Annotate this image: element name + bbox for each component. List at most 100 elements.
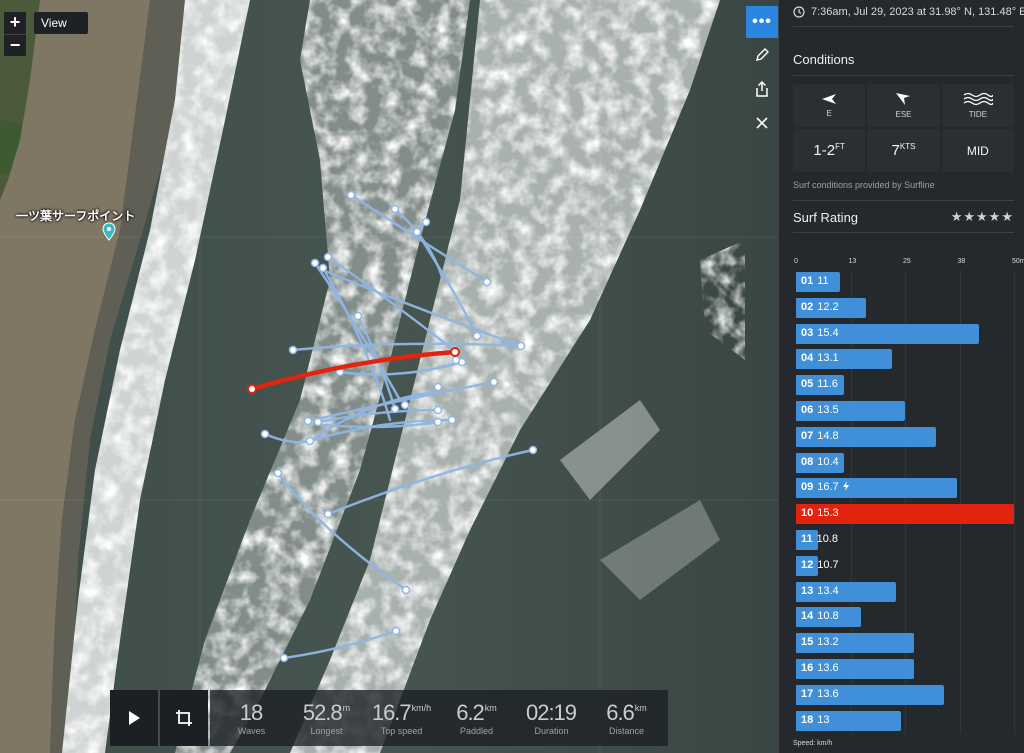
share-icon[interactable] bbox=[746, 72, 778, 106]
map-toolbar: ••• bbox=[746, 6, 778, 140]
wave-bar-label: 08 10.4 bbox=[801, 456, 839, 468]
track-point bbox=[433, 405, 443, 415]
wave-number: 14 bbox=[801, 610, 814, 623]
stat-duration: 02:19 Duration bbox=[522, 700, 582, 736]
wave-speed-value: 13.2 bbox=[817, 636, 839, 649]
wave-bar-row[interactable]: 02 12.2 bbox=[793, 297, 1015, 318]
tide-value-cell: MID bbox=[941, 129, 1014, 172]
wave-bar-row[interactable]: 13 13.4 bbox=[793, 581, 1015, 602]
wave-bar-row[interactable]: 11 10.8 bbox=[793, 530, 1015, 550]
stat-unit: km/h bbox=[411, 702, 432, 713]
wave-number: 02 bbox=[801, 300, 814, 313]
wave-bar-row[interactable]: 09 16.7 bbox=[793, 478, 1015, 499]
wave-speed-value: 10.4 bbox=[817, 455, 839, 468]
stat-longest: 52.8m Longest bbox=[297, 700, 357, 736]
wind-direction: ESE bbox=[895, 110, 912, 119]
wave-bar-label: 17 13.6 bbox=[801, 688, 839, 700]
wave-bar-row[interactable]: 07 14.8 bbox=[793, 426, 1015, 447]
swell-direction-arrow-icon bbox=[822, 94, 837, 104]
surf-rating-title: Surf Rating bbox=[793, 210, 859, 225]
wave-bar-label: 01 11 bbox=[801, 275, 829, 287]
x-tick-label: 25 bbox=[903, 258, 911, 265]
satellite-map[interactable]: + − View 一ツ葉サーフポイント ••• 18 Waves 52.8m Long… bbox=[0, 0, 779, 753]
track-point bbox=[323, 252, 333, 262]
wave-number: 11 bbox=[801, 533, 813, 545]
wave-bar-row[interactable]: 05 11.6 bbox=[793, 375, 1015, 396]
wave-bar-label: 11 10.8 bbox=[801, 533, 838, 545]
wave-bar-label: 04 13.1 bbox=[801, 352, 839, 364]
play-icon bbox=[129, 711, 140, 725]
wave-bar-row[interactable]: 03 15.4 bbox=[793, 323, 1015, 344]
location-pin-icon[interactable] bbox=[102, 222, 116, 242]
wave-speed-value: 15.4 bbox=[817, 326, 839, 339]
stat-unit: m bbox=[342, 702, 351, 713]
wave-speed-value: 12.2 bbox=[817, 300, 839, 313]
more-icon[interactable]: ••• bbox=[746, 6, 778, 38]
wave-bar-row[interactable]: 18 13 bbox=[793, 710, 1015, 731]
wave-track bbox=[349, 193, 489, 284]
view-button[interactable]: View bbox=[34, 12, 88, 34]
wave-speed-value: 14.8 bbox=[817, 429, 839, 442]
wave-bar-row[interactable]: 04 13.1 bbox=[793, 349, 1015, 370]
wave-bar-label: 13 13.4 bbox=[801, 585, 839, 597]
wave-bar-row[interactable]: 12 10.7 bbox=[793, 555, 1015, 576]
wave-bar-label: 05 11.6 bbox=[801, 378, 838, 390]
wave-speed-value: 13.5 bbox=[817, 404, 839, 416]
wave-speed-value: 13.6 bbox=[817, 687, 839, 700]
track-point bbox=[472, 331, 482, 341]
session-stats-bar: 18 Waves 52.8m Longest 16.7km/h Top speed 6.2k… bbox=[110, 690, 668, 746]
wind-direction-arrow-icon bbox=[896, 93, 911, 105]
tide-value: MID bbox=[966, 143, 989, 158]
zoom-out-button[interactable]: − bbox=[4, 34, 26, 56]
tide-label: TIDE bbox=[968, 110, 987, 119]
wave-height-cell: 1-2FT bbox=[793, 129, 866, 172]
wave-bar-row[interactable]: 17 13.6 bbox=[793, 684, 1015, 705]
chart-x-axis: 0 13 25 38 50m bbox=[793, 256, 1024, 268]
star-rating[interactable]: ★★★★★ bbox=[951, 209, 1014, 225]
session-sidebar: 7:36am, Jul 29, 2023 at 31.98° N, 131.48… bbox=[779, 0, 1024, 753]
track-point bbox=[260, 429, 270, 439]
wave-bar-row[interactable]: 14 10.8 bbox=[793, 607, 1015, 628]
crop-button[interactable] bbox=[160, 690, 208, 746]
x-tick-label: 38 bbox=[957, 258, 966, 265]
wave-speed-value: 11.6 bbox=[817, 378, 838, 391]
track-point bbox=[273, 468, 283, 478]
session-info-text: 7:36am, Jul 29, 2023 at 31.98° N, 131.48… bbox=[811, 6, 1024, 18]
wave-number: 07 bbox=[801, 429, 814, 442]
track-point bbox=[447, 415, 457, 425]
wave-tracks bbox=[247, 190, 538, 663]
wave-number: 04 bbox=[801, 352, 814, 365]
tide-waves-icon bbox=[963, 92, 993, 106]
wave-bar-row[interactable]: 15 13.2 bbox=[793, 633, 1015, 654]
stat-waves: 18 Waves bbox=[222, 699, 282, 736]
wave-bar-row[interactable]: 10 15.3 bbox=[793, 504, 1015, 525]
wave-speed-value: 16.7 bbox=[817, 481, 839, 494]
wave-bar-row[interactable]: 08 10.4 bbox=[793, 452, 1015, 473]
wave-bar-label: 03 15.4 bbox=[801, 327, 839, 339]
wind-speed-unit: KTS bbox=[899, 142, 916, 151]
wind-speed: 7 bbox=[891, 142, 900, 159]
zoom-in-button[interactable]: + bbox=[4, 12, 26, 34]
wave-bar-row[interactable]: 16 13.6 bbox=[793, 659, 1015, 679]
stat-value: 18 bbox=[239, 699, 264, 725]
track-point bbox=[421, 217, 431, 227]
track-point bbox=[305, 436, 315, 446]
play-button[interactable] bbox=[110, 690, 158, 746]
wave-bar-row[interactable]: 06 13.5 bbox=[793, 401, 1015, 421]
stat-label: Waves bbox=[237, 725, 266, 736]
chart-x-label: Speed: km/h bbox=[793, 740, 833, 747]
wave-number: 17 bbox=[801, 687, 814, 700]
wave-number: 01 bbox=[801, 275, 814, 287]
wave-number: 09 bbox=[801, 481, 814, 494]
wave-speed-value: 10.8 bbox=[816, 533, 839, 545]
wave-speed-value: 11 bbox=[817, 275, 829, 287]
wave-track bbox=[263, 432, 312, 444]
wave-bar-row[interactable]: 01 11 bbox=[793, 272, 1015, 292]
close-icon[interactable] bbox=[746, 106, 778, 140]
track-point bbox=[303, 416, 313, 426]
wind-speed-cell: 7KTS bbox=[867, 129, 940, 172]
divider bbox=[793, 232, 1014, 233]
conditions-grid: E ESE TIDE 1-2FT 7KTS MID bbox=[793, 84, 1014, 172]
pencil-icon[interactable] bbox=[746, 38, 778, 72]
stat-label: Top speed bbox=[380, 725, 423, 736]
